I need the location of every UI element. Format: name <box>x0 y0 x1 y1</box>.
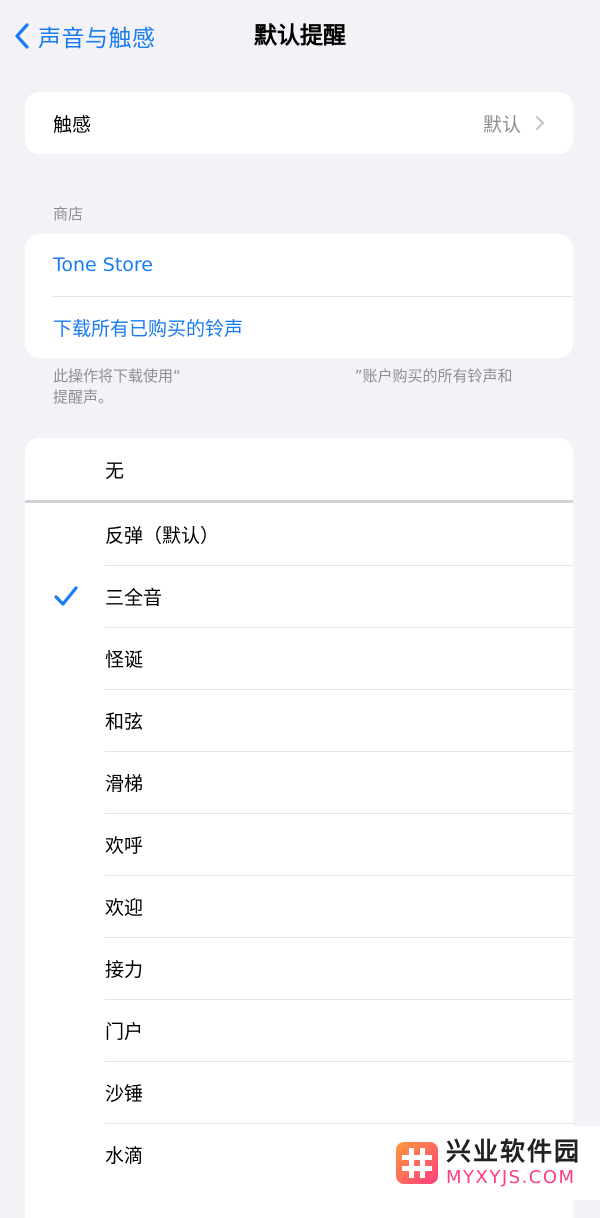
site-logo <box>396 1142 438 1184</box>
store-footer-note: 此操作将下载使用“ ”账户购买的所有铃声和提醒声。 <box>53 366 523 408</box>
tone-rows: 反弹（默认） 三全音怪诞和弦滑梯欢呼欢迎接力门户沙锤水滴 <box>25 503 573 1185</box>
haptics-group: 触感 默认 <box>25 92 573 154</box>
tone-row[interactable]: 滑梯 <box>25 751 573 813</box>
haptics-value-text: 默认 <box>482 113 521 136</box>
tone-label: 接力 <box>105 958 144 981</box>
tone-label: 滑梯 <box>105 772 144 795</box>
tone-row[interactable]: 沙锤 <box>25 1061 573 1123</box>
tone-label: 欢迎 <box>105 896 144 919</box>
tone-row[interactable]: 三全音 <box>25 565 573 627</box>
watermark-title: 兴业软件园 <box>446 1137 582 1166</box>
alert-tones-list: 无 反弹（默认） 三全音怪诞和弦滑梯欢呼欢迎接力门户沙锤水滴 <box>25 438 573 1218</box>
watermark-text: 兴业软件园 MYXYJS.COM <box>446 1137 581 1189</box>
haptics-row[interactable]: 触感 默认 <box>25 92 573 154</box>
tone-store-label: Tone Store <box>53 254 153 276</box>
tone-row[interactable]: 怪诞 <box>25 627 573 689</box>
tone-none-label: 无 <box>105 459 125 482</box>
haptics-value: 默认 <box>483 110 545 137</box>
site-watermark: 兴业软件园 MYXYJS.COM <box>384 1126 600 1200</box>
tone-label: 水滴 <box>105 1144 144 1167</box>
store-group: Tone Store 下载所有已购买的铃声 <box>25 234 573 358</box>
tone-row[interactable]: 反弹（默认） <box>25 503 573 565</box>
store-section-header: 商店 <box>53 205 84 223</box>
tone-label: 沙锤 <box>105 1082 144 1105</box>
checkmark-icon <box>54 586 78 606</box>
page-title: 默认提醒 <box>254 23 346 49</box>
watermark-subtitle: MYXYJS.COM <box>446 1167 576 1188</box>
tone-label: 怪诞 <box>105 648 144 671</box>
navigation-bar: 声音与触感 默认提醒 <box>0 0 600 72</box>
tone-label: 欢呼 <box>105 834 144 857</box>
tone-label: 和弦 <box>105 710 144 733</box>
tone-row[interactable]: 门户 <box>25 999 573 1061</box>
download-purchased-link[interactable]: 下载所有已购买的铃声 <box>25 296 573 358</box>
tone-none-row[interactable]: 无 <box>25 438 573 503</box>
tone-row[interactable]: 欢迎 <box>25 875 573 937</box>
tone-label: 三全音 <box>105 586 163 609</box>
tone-row[interactable]: 欢呼 <box>25 813 573 875</box>
tone-label: 门户 <box>105 1020 144 1043</box>
tone-label: 反弹（默认） <box>105 524 220 547</box>
store-footer-part-1: 此操作将下载使用“ <box>53 367 181 385</box>
download-purchased-label: 下载所有已购买的铃声 <box>53 317 244 340</box>
tone-row[interactable]: 和弦 <box>25 689 573 751</box>
chevron-right-icon <box>536 116 544 130</box>
haptics-label: 触感 <box>53 113 92 136</box>
tone-row[interactable]: 接力 <box>25 937 573 999</box>
tone-store-link[interactable]: Tone Store <box>25 234 573 296</box>
